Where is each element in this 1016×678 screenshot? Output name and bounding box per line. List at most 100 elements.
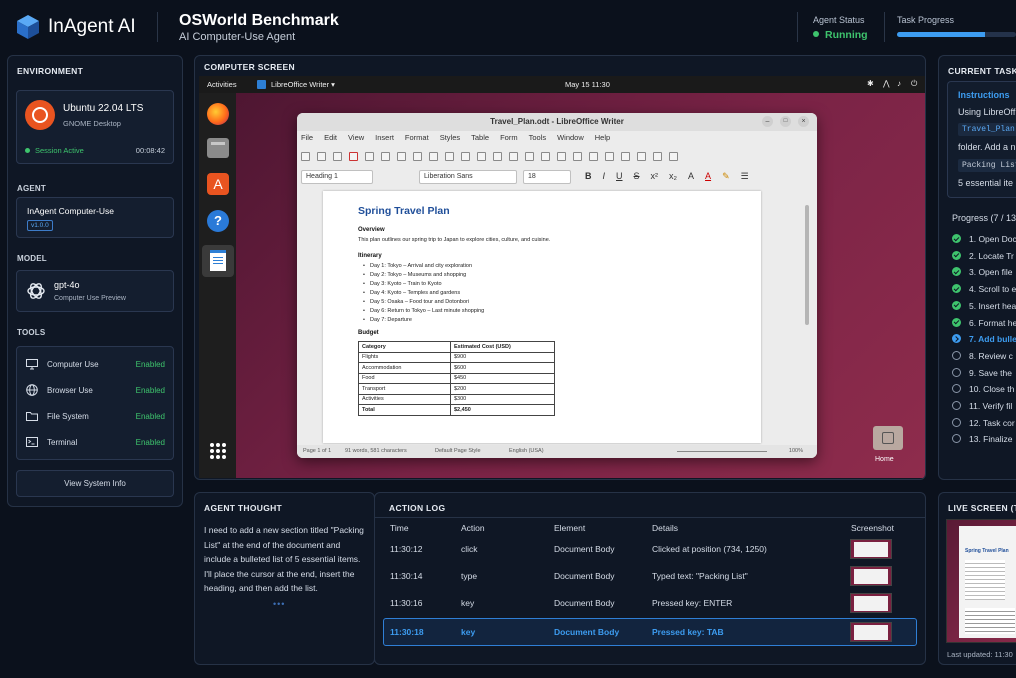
- agent-version-badge: v1.0.0: [27, 220, 53, 231]
- menu-format[interactable]: Format: [405, 133, 429, 142]
- insert-chart-icon[interactable]: [573, 151, 582, 161]
- insert-link-icon[interactable]: [621, 151, 630, 161]
- log-screenshot-thumbnail[interactable]: [850, 539, 892, 559]
- tool-status: Enabled: [135, 359, 165, 369]
- volume-icon[interactable]: ♪: [897, 79, 901, 88]
- agent-card[interactable]: InAgent Computer-Use v1.0.0: [16, 197, 174, 238]
- files-icon[interactable]: [207, 138, 229, 158]
- find-icon[interactable]: [493, 151, 502, 161]
- model-card[interactable]: gpt-4o Computer Use Preview: [16, 270, 174, 312]
- tool-row-computer-use[interactable]: Computer Use Enabled: [25, 351, 165, 377]
- bold-icon[interactable]: B: [585, 171, 592, 182]
- doc-title: Spring Travel Plan: [358, 205, 450, 217]
- app-center-icon[interactable]: A: [207, 173, 229, 195]
- insert-special-char-icon[interactable]: [605, 151, 614, 161]
- log-row[interactable]: 11:30:12 click Document Body Clicked at …: [383, 537, 917, 561]
- menu-styles[interactable]: Styles: [440, 133, 460, 142]
- budget-cell: Transport: [358, 383, 451, 395]
- empty-circle-icon: [952, 401, 961, 410]
- log-time: 11:30:18: [390, 627, 424, 637]
- highlight-icon[interactable]: ✎: [722, 171, 730, 182]
- minimize-icon[interactable]: –: [762, 116, 773, 127]
- paste-icon[interactable]: [429, 151, 438, 161]
- log-row-selected[interactable]: 11:30:18 key Document Body Pressed key: …: [383, 618, 917, 646]
- activities-button[interactable]: Activities: [207, 80, 237, 89]
- menu-tools[interactable]: Tools: [529, 133, 547, 142]
- power-icon[interactable]: ⏻: [911, 79, 917, 89]
- save-icon[interactable]: [333, 151, 342, 161]
- menu-help[interactable]: Help: [595, 133, 610, 142]
- log-screenshot-thumbnail[interactable]: [850, 566, 892, 586]
- tool-row-file-system[interactable]: File System Enabled: [25, 403, 165, 429]
- log-screenshot-thumbnail[interactable]: [850, 593, 892, 613]
- environment-card[interactable]: Ubuntu 22.04 LTS GNOME Desktop Session A…: [16, 90, 174, 164]
- insert-image-icon[interactable]: [557, 151, 566, 161]
- accessibility-icon[interactable]: ✱: [867, 79, 874, 88]
- menu-edit[interactable]: Edit: [324, 133, 337, 142]
- strikethrough-icon[interactable]: S: [634, 171, 640, 182]
- live-screen-preview[interactable]: Spring Travel Plan: [946, 519, 1016, 643]
- underline-icon[interactable]: U: [616, 171, 623, 182]
- help-icon[interactable]: ?: [207, 210, 229, 232]
- log-time: 11:30:12: [390, 544, 423, 554]
- log-row[interactable]: 11:30:16 key Document Body Pressed key: …: [383, 591, 917, 615]
- font-color-icon[interactable]: A: [705, 171, 711, 182]
- agent-status-value: Running: [813, 29, 868, 41]
- export-pdf-icon[interactable]: [349, 151, 358, 161]
- font-size-select[interactable]: 18: [523, 170, 571, 184]
- subscript-icon[interactable]: x₂: [669, 171, 677, 182]
- tool-row-browser-use[interactable]: Browser Use Enabled: [25, 377, 165, 403]
- insert-textbox-icon[interactable]: [589, 151, 598, 161]
- inagent-logo-icon: [17, 15, 39, 39]
- home-folder-icon[interactable]: [873, 426, 903, 450]
- italic-icon[interactable]: I: [603, 171, 606, 182]
- paragraph-style-select[interactable]: Heading 1: [301, 170, 373, 184]
- insert-table-icon[interactable]: [541, 151, 550, 161]
- menu-view[interactable]: View: [348, 133, 364, 142]
- redo-icon[interactable]: [477, 151, 486, 161]
- clock[interactable]: May 15 11:30: [565, 80, 610, 89]
- undo-icon[interactable]: [461, 151, 470, 161]
- menu-file[interactable]: File: [301, 133, 313, 142]
- writer-window[interactable]: Travel_Plan.odt - LibreOffice Writer – □…: [297, 113, 817, 458]
- track-changes-icon[interactable]: [653, 151, 662, 161]
- shadow-icon[interactable]: A: [688, 171, 694, 182]
- writer-dock-item[interactable]: [202, 245, 234, 277]
- vertical-scrollbar[interactable]: [805, 205, 809, 325]
- copy-icon[interactable]: [413, 151, 422, 161]
- view-system-info-button[interactable]: View System Info: [16, 470, 174, 497]
- menu-table[interactable]: Table: [471, 133, 489, 142]
- menu-window[interactable]: Window: [557, 133, 584, 142]
- task-step-label: 4. Scroll to e: [969, 284, 1016, 295]
- maximize-icon[interactable]: □: [780, 116, 791, 127]
- print-icon[interactable]: [365, 151, 374, 161]
- menu-insert[interactable]: Insert: [375, 133, 394, 142]
- draw-icon[interactable]: [669, 151, 678, 161]
- document-page[interactable]: Spring Travel Plan Overview This plan ou…: [323, 191, 761, 443]
- menu-form[interactable]: Form: [500, 133, 518, 142]
- log-row[interactable]: 11:30:14 type Document Body Typed text: …: [383, 564, 917, 588]
- status-zoom[interactable]: 100%: [789, 445, 803, 458]
- superscript-icon[interactable]: x²: [651, 171, 659, 182]
- font-name-select[interactable]: Liberation Sans: [419, 170, 517, 184]
- network-icon[interactable]: ⋀: [883, 79, 890, 88]
- open-icon[interactable]: [317, 151, 326, 161]
- show-apps-icon[interactable]: [210, 443, 226, 459]
- print-preview-icon[interactable]: [381, 151, 390, 161]
- formatting-marks-icon[interactable]: [525, 151, 534, 161]
- empty-circle-icon: [952, 367, 961, 377]
- cut-icon[interactable]: [397, 151, 406, 161]
- bullets-icon[interactable]: ☰: [741, 171, 749, 182]
- firefox-icon[interactable]: [207, 103, 229, 125]
- tool-row-terminal[interactable]: Terminal Enabled: [25, 429, 165, 455]
- spelling-icon[interactable]: [509, 151, 518, 161]
- status-language[interactable]: English (USA): [509, 445, 544, 458]
- insert-comment-icon[interactable]: [637, 151, 646, 161]
- log-screenshot-thumbnail[interactable]: [850, 622, 892, 642]
- app-menu[interactable]: LibreOffice Writer ▾: [271, 80, 335, 89]
- new-icon[interactable]: [301, 151, 310, 161]
- folder-icon: [25, 409, 39, 423]
- clone-icon[interactable]: [445, 151, 454, 161]
- close-icon[interactable]: ×: [798, 116, 809, 127]
- zoom-slider[interactable]: [677, 451, 767, 452]
